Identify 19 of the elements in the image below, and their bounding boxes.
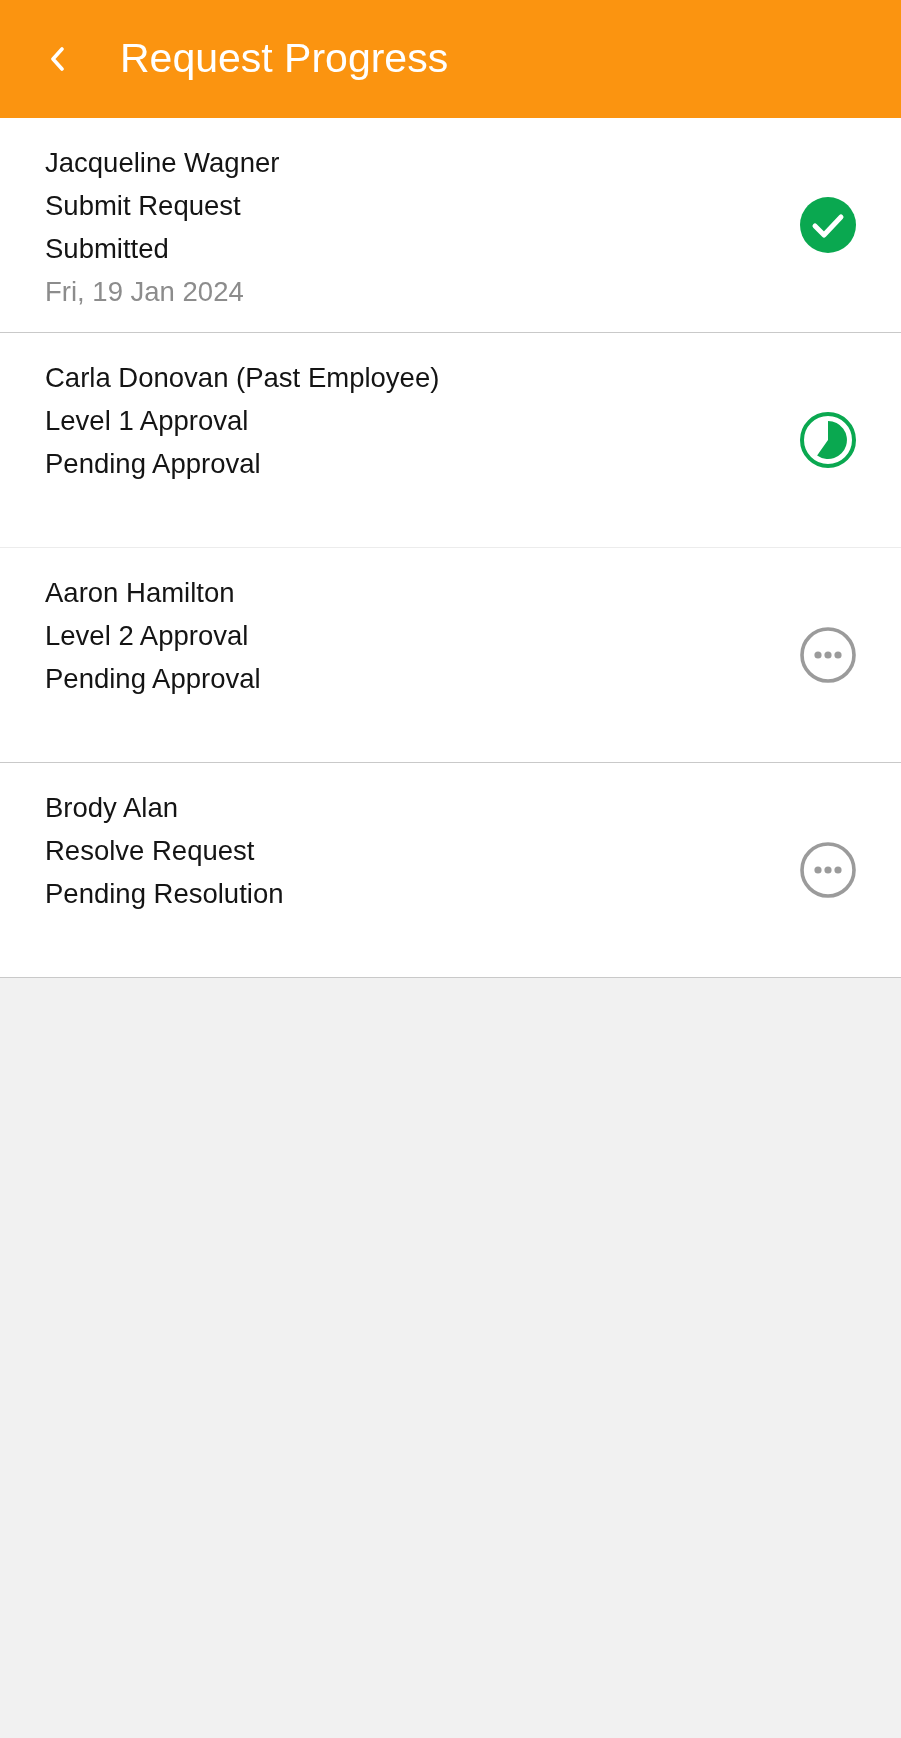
step-name: Resolve Request	[45, 834, 255, 868]
step-name: Submit Request	[45, 189, 241, 223]
screen-title: Request Progress	[120, 34, 449, 84]
step-status: Pending Approval	[45, 662, 261, 696]
more-dots-circle-icon	[800, 627, 856, 683]
pie-progress-icon	[800, 412, 856, 468]
person-name: Jacqueline Wagner	[45, 146, 280, 180]
chevron-left-icon	[50, 47, 64, 71]
step-status: Pending Approval	[45, 447, 261, 481]
person-name: Brody Alan	[45, 791, 178, 825]
step-date: Fri, 19 Jan 2024	[45, 275, 244, 309]
more-dots-circle-icon	[800, 842, 856, 898]
step-name: Level 1 Approval	[45, 404, 249, 438]
step-status: Submitted	[45, 232, 169, 266]
person-name: Aaron Hamilton	[45, 576, 235, 610]
step-name: Level 2 Approval	[45, 619, 249, 653]
person-name: Carla Donovan (Past Employee)	[45, 361, 440, 395]
check-circle-icon	[800, 197, 856, 253]
step-status: Pending Resolution	[45, 877, 284, 911]
